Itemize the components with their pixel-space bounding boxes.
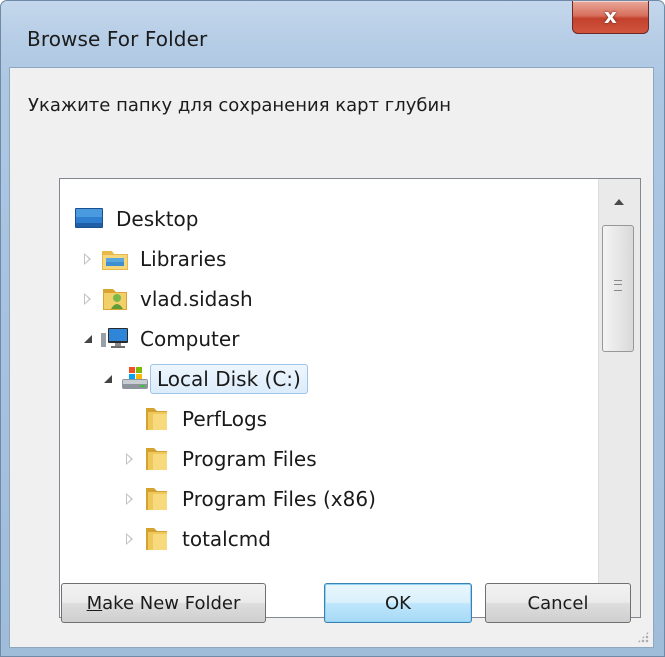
make-new-folder-button[interactable]: Make New Folder — [61, 583, 266, 623]
folder-icon — [146, 528, 167, 550]
tree-item-label: Computer — [140, 327, 240, 351]
drive-icon — [122, 367, 148, 389]
make-new-folder-label: Make New Folder — [86, 592, 241, 614]
folder-icon — [146, 408, 167, 430]
tree-item-perflogs[interactable]: PerfLogs — [142, 399, 275, 439]
tree-item-label: Desktop — [116, 207, 199, 231]
tree-item-label: PerfLogs — [182, 407, 268, 431]
window-title: Browse For Folder — [27, 27, 208, 51]
scroll-thumb[interactable] — [602, 225, 634, 352]
computer-icon — [101, 328, 128, 348]
tree-item-local-disk-c[interactable]: Local Disk (C:) — [104, 359, 308, 399]
expand-arrow-icon[interactable] — [84, 253, 91, 265]
tree-item-computer[interactable]: Computer — [84, 319, 247, 359]
desktop-icon — [75, 208, 103, 228]
tree-item-label: vlad.sidash — [140, 287, 253, 311]
tree-item-label: Local Disk (C:) — [150, 364, 308, 394]
expand-arrow-icon[interactable] — [126, 533, 133, 545]
close-icon: x — [604, 4, 617, 28]
user-folder-icon — [103, 289, 127, 310]
folder-icon — [146, 488, 167, 510]
tree-item-program-files-x86[interactable]: Program Files (x86) — [126, 479, 384, 519]
expand-arrow-icon[interactable] — [84, 293, 91, 305]
collapse-arrow-icon[interactable] — [104, 375, 112, 383]
tree-item-user-folder[interactable]: vlad.sidash — [84, 279, 261, 319]
tree-item-label: Libraries — [140, 247, 227, 271]
folder-icon — [146, 448, 167, 470]
collapse-arrow-icon[interactable] — [84, 335, 92, 343]
tree-item-label: Program Files — [182, 447, 317, 471]
expand-arrow-icon[interactable] — [126, 493, 133, 505]
cancel-button[interactable]: Cancel — [485, 583, 631, 623]
ok-button[interactable]: OK — [324, 583, 472, 623]
expand-arrow-icon[interactable] — [126, 453, 133, 465]
dialog-description: Укажите папку для сохранения карт глубин — [28, 95, 451, 116]
tree-item-label: totalcmd — [182, 527, 271, 551]
tree-item-label: Program Files (x86) — [182, 487, 376, 511]
cancel-label: Cancel — [527, 592, 589, 614]
browse-for-folder-dialog: Browse For Folder x Укажите папку для со… — [0, 0, 665, 657]
folder-tree[interactable]: Desktop Libraries vlad.sidash Computer L… — [59, 178, 641, 618]
libraries-icon — [102, 251, 128, 270]
ok-label: OK — [385, 592, 411, 614]
title-bar[interactable]: Browse For Folder x — [1, 1, 664, 67]
grip-icon — [614, 280, 622, 291]
dialog-client-area: Укажите папку для сохранения карт глубин… — [9, 67, 654, 648]
tree-item-totalcmd[interactable]: totalcmd — [126, 519, 279, 559]
close-button[interactable]: x — [572, 1, 649, 34]
arrow-up-icon — [614, 199, 624, 205]
resize-grip-icon[interactable] — [637, 631, 649, 643]
tree-item-program-files[interactable]: Program Files — [126, 439, 325, 479]
tree-item-desktop[interactable]: Desktop — [74, 199, 206, 239]
vertical-scrollbar[interactable] — [598, 179, 640, 617]
scroll-up-button[interactable] — [599, 189, 639, 217]
tree-item-libraries[interactable]: Libraries — [84, 239, 234, 279]
